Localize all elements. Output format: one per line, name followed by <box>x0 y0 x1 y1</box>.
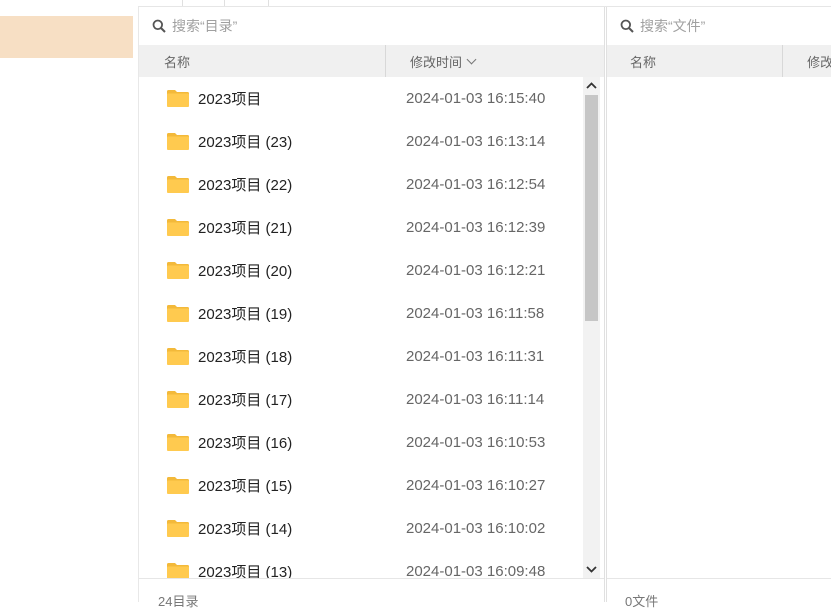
modified-time: 2024-01-03 16:11:14 <box>406 391 545 408</box>
folder-icon <box>166 518 190 538</box>
search-icon <box>620 19 634 33</box>
list-item[interactable]: 2023项目 2024-01-03 16:15:40 <box>139 77 582 120</box>
tab-divider <box>268 0 269 6</box>
folder-name: 2023项目 (13) <box>198 564 293 578</box>
column-time-label: 修改 <box>807 54 831 70</box>
folder-icon <box>166 131 190 151</box>
list-item[interactable]: 2023项目 (15) 2024-01-03 16:10:27 <box>139 464 582 507</box>
folder-name: 2023项目 (22) <box>198 177 293 194</box>
folder-icon <box>166 217 190 237</box>
folder-name: 2023项目 (18) <box>198 349 293 366</box>
folder-icon <box>166 303 190 323</box>
column-time-label: 修改时间 <box>410 54 463 70</box>
tab-divider <box>182 0 183 6</box>
column-modified-time[interactable]: 修改时间 <box>386 45 477 77</box>
folder-name: 2023项目 (21) <box>198 220 293 237</box>
list-item[interactable]: 2023项目 (14) 2024-01-03 16:10:02 <box>139 507 582 550</box>
list-item[interactable]: 2023项目 (21) 2024-01-03 16:12:39 <box>139 206 582 249</box>
chevron-down-icon <box>466 54 477 64</box>
list-item[interactable]: 2023项目 (13) 2024-01-03 16:09:48 <box>139 550 582 578</box>
vertical-scrollbar[interactable] <box>583 77 600 578</box>
folder-icon <box>166 346 190 366</box>
directory-count: 24目录 <box>158 594 199 609</box>
file-search-bar[interactable] <box>607 7 831 45</box>
tab-divider <box>224 0 225 6</box>
modified-time: 2024-01-03 16:11:58 <box>406 305 545 322</box>
directory-search-bar[interactable] <box>139 7 604 45</box>
directory-list: 2023项目 2024-01-03 16:15:40 2023项目 (23) 2024… <box>139 77 582 578</box>
list-item[interactable]: 2023项目 (16) 2024-01-03 16:10:53 <box>139 421 582 464</box>
list-item[interactable]: 2023项目 (19) 2024-01-03 16:11:58 <box>139 292 582 335</box>
list-item[interactable]: 2023项目 (22) 2024-01-03 16:12:54 <box>139 163 582 206</box>
folder-icon <box>166 88 190 108</box>
directory-column-header: 名称 修改时间 <box>139 45 604 77</box>
directory-pane: 名称 修改时间 2023项目2024-01-03 16:15:402023项目 … <box>138 7 605 609</box>
folder-name: 2023项目 <box>198 91 262 108</box>
column-name[interactable]: 名称 <box>607 45 784 77</box>
folder-icon <box>166 475 190 495</box>
modified-time: 2024-01-03 16:10:02 <box>406 520 546 537</box>
sidebar-selected-item[interactable] <box>0 16 133 58</box>
folder-name: 2023项目 (23) <box>198 134 293 151</box>
modified-time: 2024-01-03 16:12:54 <box>406 176 546 193</box>
scrollbar-thumb[interactable] <box>585 95 598 321</box>
modified-time: 2024-01-03 16:10:53 <box>406 434 546 451</box>
column-name[interactable]: 名称 <box>139 45 386 77</box>
folder-name: 2023项目 (20) <box>198 263 293 280</box>
list-item[interactable]: 2023项目 (18) 2024-01-03 16:11:31 <box>139 335 582 378</box>
column-name-label: 名称 <box>630 54 657 70</box>
folder-name: 2023项目 (15) <box>198 478 293 495</box>
modified-time: 2024-01-03 16:12:21 <box>406 262 546 279</box>
modified-time: 2024-01-03 16:09:48 <box>406 563 546 578</box>
modified-time: 2024-01-03 16:15:40 <box>406 90 546 107</box>
list-item[interactable]: 2023项目 (20) 2024-01-03 16:12:21 <box>139 249 582 292</box>
file-search-input[interactable] <box>640 18 820 34</box>
folder-icon <box>166 389 190 409</box>
folder-icon <box>166 561 190 578</box>
scroll-up-arrow-icon[interactable] <box>583 77 600 94</box>
folder-icon <box>166 432 190 452</box>
modified-time: 2024-01-03 16:11:31 <box>406 348 545 365</box>
file-column-header: 名称 修改 <box>607 45 831 77</box>
directory-search-input[interactable] <box>172 18 472 34</box>
directory-status-bar: 24目录 <box>139 578 604 609</box>
folder-icon <box>166 174 190 194</box>
modified-time: 2024-01-03 16:12:39 <box>406 219 546 236</box>
column-name-label: 名称 <box>164 54 191 70</box>
scroll-down-arrow-icon[interactable] <box>583 561 600 578</box>
file-pane: 名称 修改 0文件 <box>606 7 831 609</box>
folder-name: 2023项目 (19) <box>198 306 293 323</box>
folder-name: 2023项目 (17) <box>198 392 293 409</box>
column-modified-time[interactable]: 修改 <box>783 45 831 77</box>
top-tab-strip <box>138 0 831 7</box>
file-count: 0文件 <box>625 594 659 609</box>
modified-time: 2024-01-03 16:13:14 <box>406 133 546 150</box>
file-status-bar: 0文件 <box>607 578 831 609</box>
folder-name: 2023项目 (16) <box>198 435 293 452</box>
folder-icon <box>166 260 190 280</box>
search-icon <box>152 19 166 33</box>
list-item[interactable]: 2023项目 (23) 2024-01-03 16:13:14 <box>139 120 582 163</box>
folder-name: 2023项目 (14) <box>198 521 293 538</box>
left-sidebar <box>0 0 138 602</box>
modified-time: 2024-01-03 16:10:27 <box>406 477 546 494</box>
list-item[interactable]: 2023项目 (17) 2024-01-03 16:11:14 <box>139 378 582 421</box>
